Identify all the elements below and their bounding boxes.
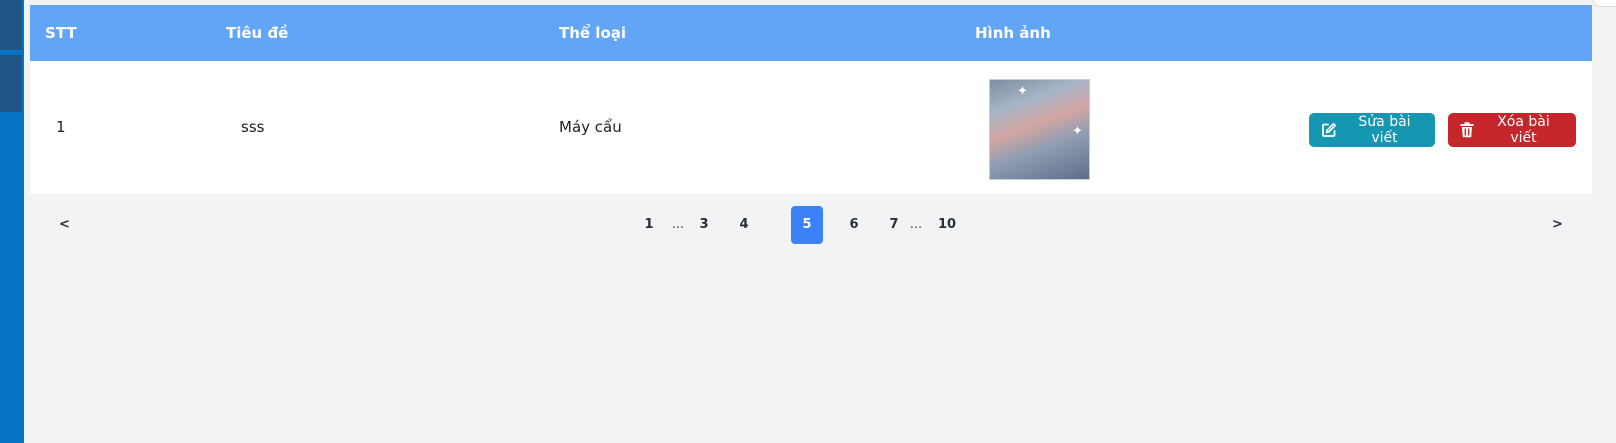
page-10[interactable]: 10 (937, 206, 957, 244)
delete-post-label: Xóa bài viết (1497, 114, 1550, 146)
header-category: Thể loại (559, 24, 627, 42)
header-title: Tiêu đề (226, 24, 289, 42)
page-5-current[interactable]: 5 (791, 206, 823, 244)
next-page-button[interactable]: > (1552, 206, 1563, 244)
page-7[interactable]: 7 (887, 206, 901, 244)
sidebar (0, 0, 24, 443)
page-ellipsis: ... (909, 217, 923, 232)
edit-post-button[interactable]: Sửa bài viết (1309, 113, 1435, 147)
cell-category: Máy cẩu (559, 118, 622, 136)
delete-post-button[interactable]: Xóa bài viết (1448, 113, 1576, 147)
cell-title: sss (241, 118, 265, 136)
trash-icon (1460, 122, 1474, 138)
header-stt: STT (45, 24, 77, 42)
sparkle-icon: ✦ (1017, 84, 1028, 99)
posts-table: STT Tiêu đề Thể loại Hình ảnh 1 sss Máy … (30, 5, 1592, 194)
edit-post-label: Sửa bài viết (1358, 114, 1411, 146)
table-header: STT Tiêu đề Thể loại Hình ảnh (30, 5, 1592, 61)
post-thumbnail: ✦ ✦ (989, 79, 1090, 180)
cell-stt: 1 (56, 118, 66, 136)
page-ellipsis: ... (671, 217, 685, 232)
table-row: 1 sss Máy cẩu ✦ ✦ Sửa bài viết Xóa bài v… (30, 61, 1592, 194)
prev-page-button[interactable]: < (59, 206, 70, 244)
page-4[interactable]: 4 (737, 206, 751, 244)
pencil-square-icon (1321, 122, 1337, 138)
sidebar-item[interactable] (0, 0, 22, 50)
pagination: < 1 ... 3 4 5 6 7 ... 10 > (30, 206, 1592, 246)
page-6[interactable]: 6 (847, 206, 861, 244)
page-3[interactable]: 3 (697, 206, 711, 244)
header-image: Hình ảnh (975, 24, 1051, 42)
page-1[interactable]: 1 (642, 206, 656, 244)
top-right-control[interactable] (1593, 0, 1616, 7)
sidebar-item[interactable] (0, 55, 22, 112)
sparkle-icon: ✦ (1072, 124, 1083, 139)
